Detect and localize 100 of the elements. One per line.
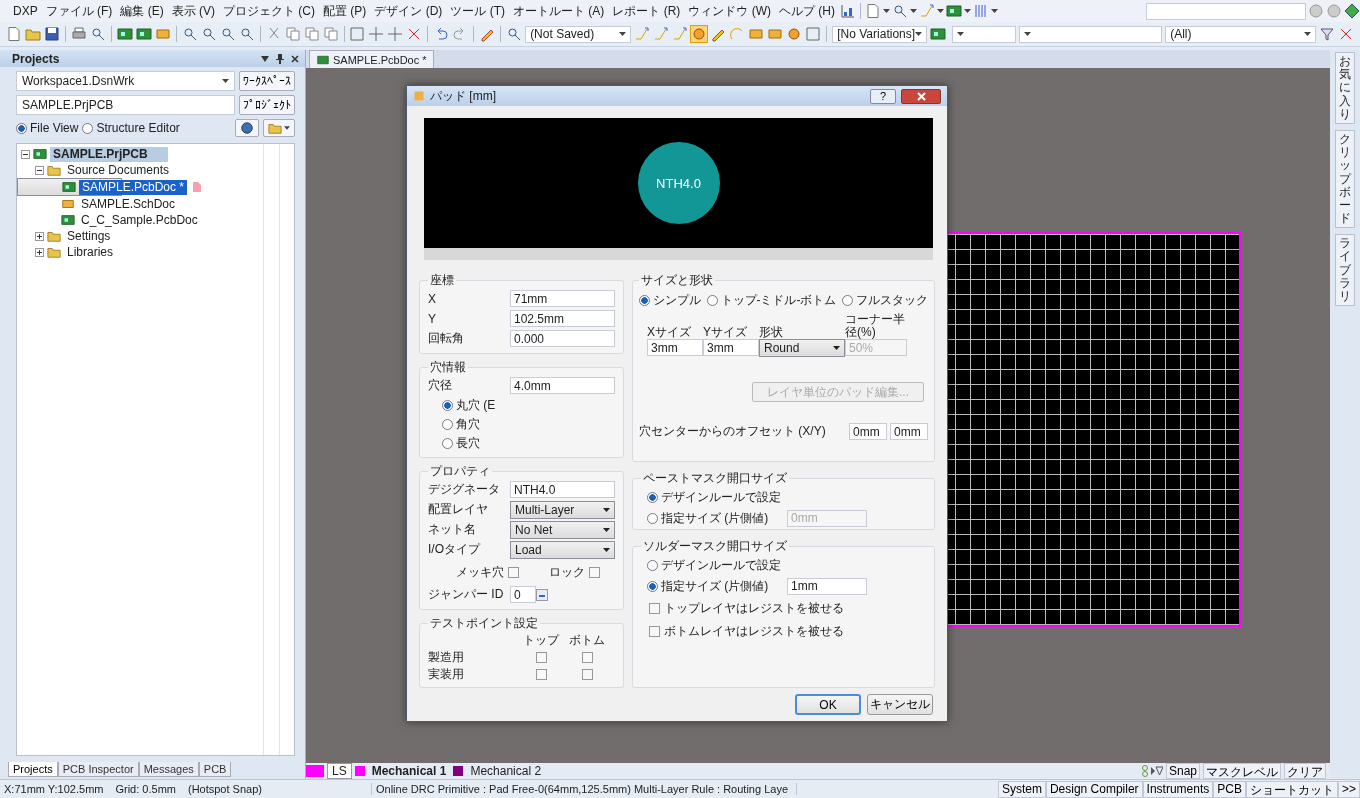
radio-button[interactable] bbox=[647, 580, 658, 592]
chart-icon[interactable] bbox=[840, 3, 857, 19]
radio-label[interactable]: フルスタック bbox=[856, 292, 928, 309]
checkbox[interactable] bbox=[581, 651, 593, 663]
radio-button[interactable] bbox=[706, 295, 718, 306]
side-panel-tab[interactable]: ライブラリ bbox=[1335, 234, 1355, 307]
fill-icon[interactable] bbox=[748, 26, 765, 42]
text-field[interactable]: 1mm bbox=[787, 577, 867, 595]
menu-icon[interactable] bbox=[261, 55, 269, 62]
circuit-board-icon[interactable] bbox=[946, 3, 963, 19]
tree-item[interactable]: Libraries bbox=[64, 244, 117, 260]
magnifier-icon[interactable] bbox=[219, 26, 236, 42]
checkbox-label[interactable]: ボトムレイヤはレジストを被せる bbox=[664, 622, 844, 640]
menu-item[interactable]: レポート (R) bbox=[609, 2, 684, 20]
layer-bar-button[interactable]: クリア bbox=[1284, 763, 1326, 779]
tree-item[interactable]: Settings bbox=[64, 228, 114, 244]
wire-icon[interactable] bbox=[672, 26, 689, 42]
radio-button[interactable] bbox=[16, 122, 27, 134]
document-combo[interactable]: (Not Saved) bbox=[525, 25, 632, 43]
filter-combo[interactable]: (All) bbox=[1165, 25, 1316, 43]
magnifier-icon[interactable] bbox=[89, 26, 106, 42]
expander-icon[interactable] bbox=[35, 247, 44, 257]
radio-label[interactable]: Structure Editor bbox=[96, 121, 180, 135]
project-field[interactable]: SAMPLE.PrjPCB bbox=[16, 95, 235, 115]
help-button[interactable]: ? bbox=[870, 88, 896, 104]
rectangle-icon[interactable] bbox=[805, 26, 822, 42]
diamond-icon[interactable] bbox=[1344, 3, 1360, 19]
checkbox[interactable] bbox=[581, 668, 593, 680]
project-button[interactable]: ﾌﾟﾛｼﾞｪｸﾄ bbox=[239, 95, 295, 115]
number-field[interactable]: 0 bbox=[510, 586, 536, 603]
dropdown[interactable]: Load bbox=[510, 540, 615, 559]
caret-icon[interactable] bbox=[883, 9, 891, 13]
tree-item[interactable]: Source Documents bbox=[64, 162, 173, 178]
tree-item[interactable]: SAMPLE.PcbDoc * bbox=[79, 179, 188, 195]
menu-item[interactable]: DXP bbox=[10, 4, 41, 18]
spin-icon[interactable] bbox=[536, 588, 548, 601]
caret-icon[interactable] bbox=[991, 9, 999, 13]
expander-icon[interactable] bbox=[35, 231, 44, 241]
checkbox[interactable] bbox=[508, 566, 519, 578]
magnifier-icon[interactable] bbox=[200, 26, 217, 42]
crosshair-icon[interactable] bbox=[368, 26, 385, 42]
radio-label[interactable]: 角穴 bbox=[456, 415, 480, 433]
panel-button[interactable]: >> bbox=[1338, 780, 1360, 798]
layer-tab[interactable]: LS bbox=[327, 763, 352, 779]
radio-label[interactable]: 指定サイズ (片側値) bbox=[661, 577, 769, 595]
checkbox[interactable] bbox=[535, 651, 547, 663]
layer-bar-button[interactable]: Snap bbox=[1165, 763, 1200, 779]
radio-label[interactable]: 指定サイズ (片側値) bbox=[661, 509, 769, 527]
text-field[interactable]: 71mm bbox=[510, 290, 615, 307]
checkbox-label[interactable]: トップレイヤはレジストを被せる bbox=[664, 599, 844, 617]
menu-item[interactable]: プロジェクト (C) bbox=[220, 2, 319, 20]
radio-label[interactable]: デザインルールで設定 bbox=[661, 488, 781, 506]
floppy-icon[interactable] bbox=[44, 26, 60, 42]
filter-icon[interactable] bbox=[1319, 26, 1335, 42]
caret-icon[interactable] bbox=[964, 9, 972, 13]
copy-icon[interactable] bbox=[303, 26, 320, 42]
fill-icon[interactable] bbox=[154, 26, 171, 42]
workspace-dropdown[interactable]: Workspace1.DsnWrk bbox=[16, 71, 235, 91]
circuit-board-icon[interactable] bbox=[116, 26, 133, 42]
document-icon[interactable] bbox=[865, 3, 882, 19]
panel-tab[interactable]: Projects bbox=[8, 762, 58, 777]
layer-bar-button[interactable]: マスクレベル bbox=[1203, 763, 1281, 779]
side-panel-tab[interactable]: お気に入り bbox=[1335, 52, 1355, 124]
layer-set-icon[interactable] bbox=[1140, 765, 1163, 777]
menu-item[interactable]: 配置 (P) bbox=[320, 2, 370, 20]
radio-button[interactable] bbox=[639, 295, 650, 306]
radio-label[interactable]: シンプル bbox=[653, 292, 701, 309]
tree-item[interactable]: SAMPLE.SchDoc bbox=[78, 196, 179, 212]
radio-label[interactable]: デザインルールで設定 bbox=[661, 556, 781, 574]
dropdown[interactable]: Round bbox=[759, 339, 845, 357]
menu-item[interactable]: ウィンドウ (W) bbox=[685, 2, 775, 20]
panel-tab[interactable]: Messages bbox=[138, 762, 199, 777]
cancel-button[interactable]: キャンセル bbox=[867, 694, 933, 715]
text-field[interactable]: 0.000 bbox=[510, 330, 615, 347]
text-field[interactable]: 102.5mm bbox=[510, 310, 615, 327]
dropdown[interactable]: Multi-Layer bbox=[510, 500, 615, 519]
layer-tab[interactable]: Mechanical 1 bbox=[367, 764, 451, 778]
text-field[interactable]: 0mm bbox=[890, 423, 928, 440]
radio-label[interactable]: 長穴 bbox=[456, 434, 480, 452]
close-button[interactable] bbox=[901, 88, 941, 104]
radio-button[interactable] bbox=[82, 122, 94, 134]
panel-button[interactable]: System bbox=[997, 780, 1046, 798]
magnifier-icon[interactable] bbox=[238, 26, 255, 42]
radio-button[interactable] bbox=[442, 437, 453, 449]
menu-item[interactable]: オートルート (A) bbox=[510, 2, 608, 20]
pin-icon[interactable] bbox=[276, 53, 284, 64]
document-icon[interactable] bbox=[6, 26, 22, 42]
pad-icon[interactable] bbox=[786, 26, 803, 42]
fill-icon[interactable] bbox=[767, 26, 784, 42]
magnifier-icon[interactable] bbox=[181, 26, 198, 42]
panel-tab[interactable]: PCB Inspector bbox=[57, 762, 139, 777]
workspace-button[interactable]: ﾜｰｸｽﾍﾟｰｽ bbox=[239, 71, 295, 91]
radio-label[interactable]: File View bbox=[30, 121, 79, 135]
text-field[interactable]: 0mm bbox=[849, 423, 887, 440]
menu-item[interactable]: 表示 (V) bbox=[168, 2, 219, 20]
radio-button[interactable] bbox=[647, 512, 658, 524]
radio-button[interactable] bbox=[647, 491, 658, 503]
text-field[interactable]: 3mm bbox=[647, 339, 703, 356]
magnifier-icon[interactable] bbox=[506, 26, 523, 42]
panel-button[interactable]: ショートカット bbox=[1246, 780, 1338, 798]
